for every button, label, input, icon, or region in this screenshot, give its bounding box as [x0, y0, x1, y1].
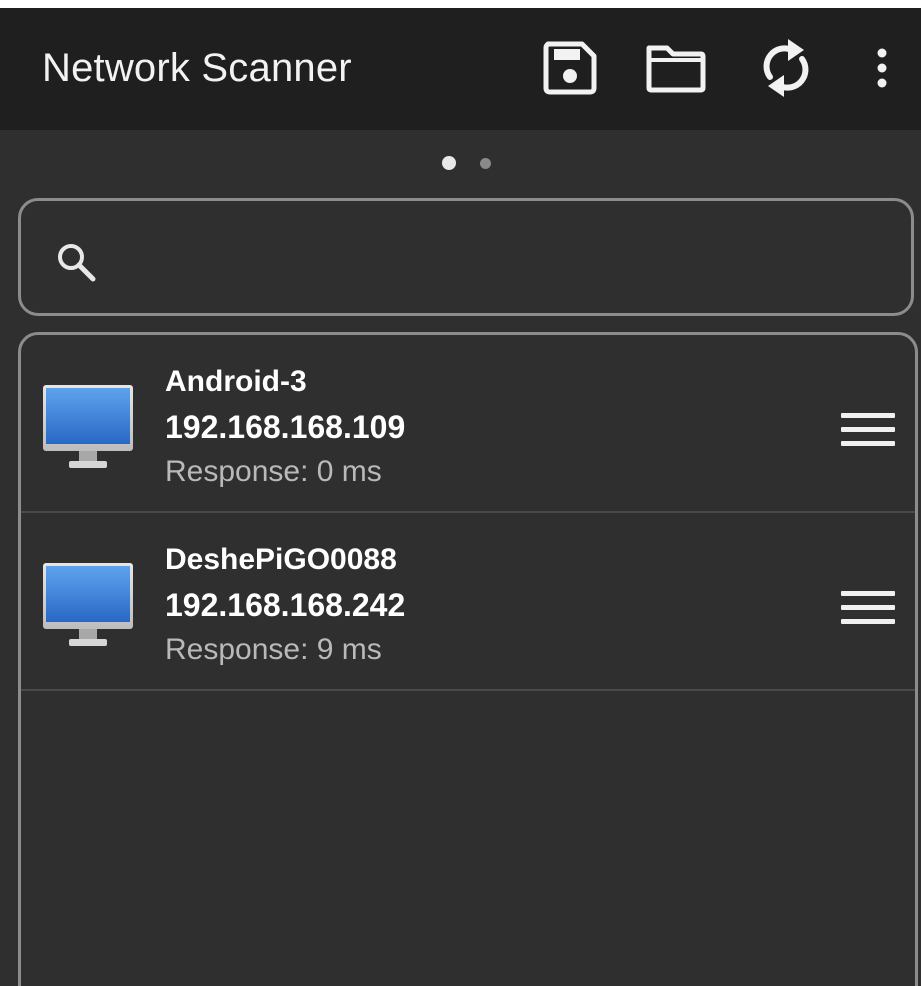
status-bar-gap — [0, 0, 921, 8]
refresh-button[interactable] — [754, 36, 818, 100]
app-window: Network Scanner Android-3 192.168.168.10… — [0, 0, 921, 986]
save-button[interactable] — [538, 36, 602, 100]
list-item[interactable]: DeshePiGO0088 192.168.168.242 Response: … — [21, 513, 915, 691]
menu-icon[interactable] — [839, 411, 899, 451]
search-box[interactable] — [18, 198, 914, 316]
device-hostname: Android-3 — [165, 365, 307, 398]
device-list: Android-3 192.168.168.109 Response: 0 ms — [18, 332, 918, 986]
page-indicator — [0, 150, 921, 174]
page-title: Network Scanner — [42, 46, 352, 90]
menu-icon[interactable] — [839, 589, 899, 629]
search-input[interactable] — [117, 225, 901, 293]
monitor-icon — [43, 563, 133, 646]
search-icon — [58, 244, 96, 282]
device-response: Response: 0 ms — [165, 455, 382, 488]
overflow-menu-button[interactable] — [850, 36, 914, 100]
device-response: Response: 9 ms — [165, 633, 382, 666]
monitor-icon — [43, 385, 133, 468]
device-ip: 192.168.168.242 — [165, 587, 406, 623]
app-bar: Network Scanner — [0, 8, 921, 130]
folder-icon — [646, 45, 706, 93]
more-vert-icon — [877, 48, 887, 88]
list-item[interactable]: Android-3 192.168.168.109 Response: 0 ms — [21, 335, 915, 513]
refresh-icon — [763, 39, 809, 97]
open-folder-button[interactable] — [644, 36, 708, 100]
device-ip: 192.168.168.109 — [165, 409, 406, 445]
page-dot[interactable] — [480, 158, 491, 169]
page-dot-active[interactable] — [442, 156, 456, 170]
save-icon — [543, 41, 597, 95]
device-hostname: DeshePiGO0088 — [165, 543, 397, 576]
